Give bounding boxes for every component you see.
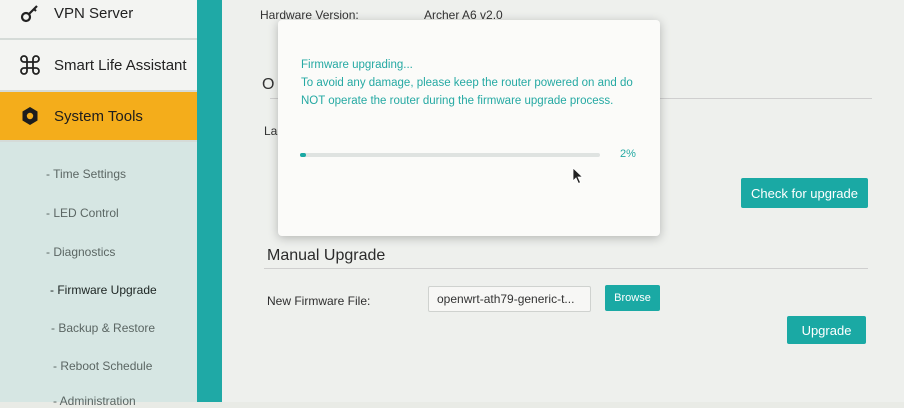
sidebar-item-system-tools[interactable]: System Tools — [0, 92, 197, 142]
sidebar-item-vpn-server[interactable]: VPN Server — [0, 0, 197, 40]
browse-button[interactable]: Browse — [605, 285, 660, 311]
mouse-cursor-icon — [572, 167, 584, 185]
sidebar-subitem-time-settings[interactable]: - Time Settings — [46, 167, 126, 181]
sidebar-item-label: Smart Life Assistant — [54, 56, 187, 74]
sidebar-border — [197, 0, 222, 402]
latest-version-label: La — [264, 124, 278, 138]
command-icon — [18, 53, 42, 77]
progress-bar-fill — [300, 153, 306, 157]
sidebar-subitem-backup-restore[interactable]: - Backup & Restore — [51, 321, 155, 335]
firmware-file-input[interactable] — [428, 286, 591, 312]
dialog-status-line: Firmware upgrading... — [301, 59, 413, 71]
dialog-message: Firmware upgrading... To avoid any damag… — [301, 56, 653, 110]
sidebar-subitem-diagnostics[interactable]: - Diagnostics — [46, 245, 115, 259]
sidebar-subitem-firmware-upgrade[interactable]: - Firmware Upgrade — [50, 283, 157, 297]
sidebar-item-smart-life-assistant[interactable]: Smart Life Assistant — [0, 40, 197, 92]
sidebar-subitem-reboot-schedule[interactable]: - Reboot Schedule — [53, 359, 152, 373]
sidebar-subitem-led-control[interactable]: - LED Control — [46, 206, 119, 220]
dialog-warning-text: To avoid any damage, please keep the rou… — [301, 77, 633, 107]
progress-percent: 2% — [620, 148, 636, 160]
sidebar-item-label: VPN Server — [54, 4, 134, 22]
online-upgrade-title: O — [262, 76, 275, 93]
firmware-upgrade-dialog: Firmware upgrading... To avoid any damag… — [278, 20, 660, 236]
new-firmware-file-label: New Firmware File: — [267, 294, 371, 308]
check-for-upgrade-button[interactable]: Check for upgrade — [741, 178, 868, 208]
gear-icon — [18, 104, 42, 128]
key-icon — [18, 1, 42, 25]
progress-bar — [300, 153, 600, 157]
sidebar: VPN Server Smart Life Assistant System T… — [0, 0, 208, 408]
sidebar-subitem-administration[interactable]: - Administration — [53, 394, 136, 408]
upgrade-button[interactable]: Upgrade — [787, 316, 866, 344]
manual-upgrade-title: Manual Upgrade — [267, 247, 386, 264]
divider — [264, 268, 868, 269]
sidebar-item-label: System Tools — [54, 107, 143, 125]
